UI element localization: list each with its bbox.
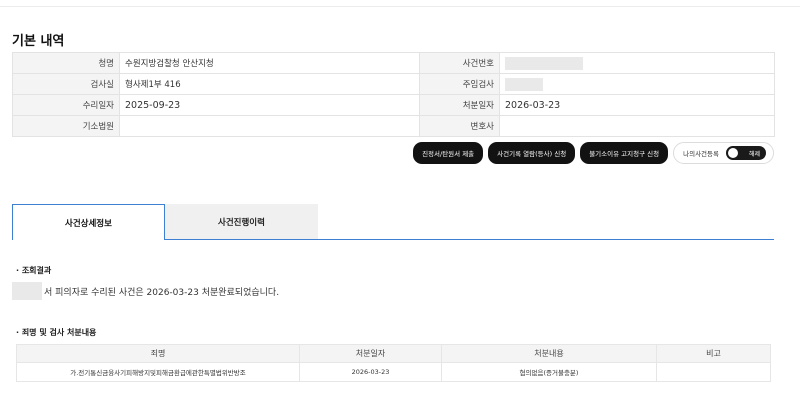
charge-name-cell: 가.전기통신금융사기피해방지및피해금환급에관한특별법위반방조	[16, 362, 300, 382]
disposition-date-cell: 2026-03-23	[299, 362, 442, 382]
charge-name-header: 죄명	[16, 344, 300, 363]
disposition-date-header: 처분일자	[299, 344, 442, 363]
case-info-row: 검사실 형사제1부 416 주임검사	[12, 73, 775, 95]
prosecutor-room-label: 검사실	[12, 73, 120, 95]
action-bar: 진정서/탄원서 제출 사건기록 열람(등사) 신청 불기소이유 고지청구 신청 …	[413, 142, 774, 164]
non-prosecution-reason-request-button[interactable]: 불기소이유 고지청구 신청	[580, 142, 669, 164]
submit-statement-button[interactable]: 진정서/탄원서 제출	[413, 142, 484, 164]
top-divider	[0, 6, 800, 7]
disposition-date-value: 2026-03-23	[499, 94, 775, 116]
office-label: 청명	[12, 52, 120, 74]
case-info-table: 청명 수원지방검찰청 안산지청 사건번호 검사실 형사제1부 416 주임검사 …	[12, 52, 775, 137]
case-info-row: 기소법원 변호사	[12, 115, 775, 137]
redacted-prosecutor-name	[505, 77, 543, 91]
disposition-date-label: 처분일자	[419, 94, 500, 116]
charges-header-row: 죄명 처분일자 처분내용 비고	[16, 344, 771, 363]
toggle-knob	[728, 148, 738, 158]
result-line: 서 피의자로 수리된 사건은 2026-03-23 처분완료되었습니다.	[12, 282, 279, 300]
result-title: · 조회결과	[16, 266, 52, 275]
case-number-label: 사건번호	[419, 52, 500, 74]
receipt-date-value: 2025-09-23	[119, 94, 420, 116]
chief-prosecutor-label: 주임검사	[419, 73, 500, 95]
redacted-case-number	[505, 56, 583, 70]
disposition-content-cell: 혐의없음(증거불충분)	[441, 362, 657, 382]
chief-prosecutor-value	[499, 73, 775, 95]
table-row: 가.전기통신금융사기피해방지및피해금환급에관한특별법위반방조 2026-03-2…	[16, 362, 771, 382]
my-case-register: 나의사건등록 해제	[673, 142, 774, 164]
court-value	[119, 115, 420, 137]
charges-table: 죄명 처분일자 처분내용 비고 가.전기통신금융사기피해방지및피해금환급에관한특…	[16, 344, 771, 382]
detail-tabs: 사건상세정보 사건진행이력	[12, 204, 318, 240]
office-value: 수원지방검찰청 안산지청	[119, 52, 420, 74]
case-info-row: 수리일자 2025-09-23 처분일자 2026-03-23	[12, 94, 775, 116]
my-case-label: 나의사건등록	[683, 150, 719, 158]
record-view-request-button[interactable]: 사건기록 열람(등사) 신청	[488, 142, 576, 164]
section-title: 기본 내역	[12, 34, 65, 49]
disposition-content-header: 처분내용	[441, 344, 657, 363]
tab-case-detail[interactable]: 사건상세정보	[12, 204, 165, 240]
prosecutor-room-value: 형사제1부 416	[119, 73, 420, 95]
charges-title: · 죄명 및 검사 처분내용	[16, 328, 97, 337]
my-case-toggle[interactable]: 해제	[726, 146, 766, 160]
case-info-row: 청명 수원지방검찰청 안산지청 사건번호	[12, 52, 775, 74]
redacted-name	[12, 282, 42, 300]
lawyer-label: 변호사	[419, 115, 500, 137]
receipt-date-label: 수리일자	[12, 94, 120, 116]
lawyer-value	[499, 115, 775, 137]
tab-case-history[interactable]: 사건진행이력	[165, 204, 318, 240]
remarks-header: 비고	[656, 344, 771, 363]
tabs-underline	[165, 239, 774, 240]
case-number-value	[499, 52, 775, 74]
toggle-label: 해제	[748, 150, 760, 158]
court-label: 기소법원	[12, 115, 120, 137]
result-text: 서 피의자로 수리된 사건은 2026-03-23 처분완료되었습니다.	[44, 287, 280, 298]
remarks-cell	[656, 362, 771, 382]
